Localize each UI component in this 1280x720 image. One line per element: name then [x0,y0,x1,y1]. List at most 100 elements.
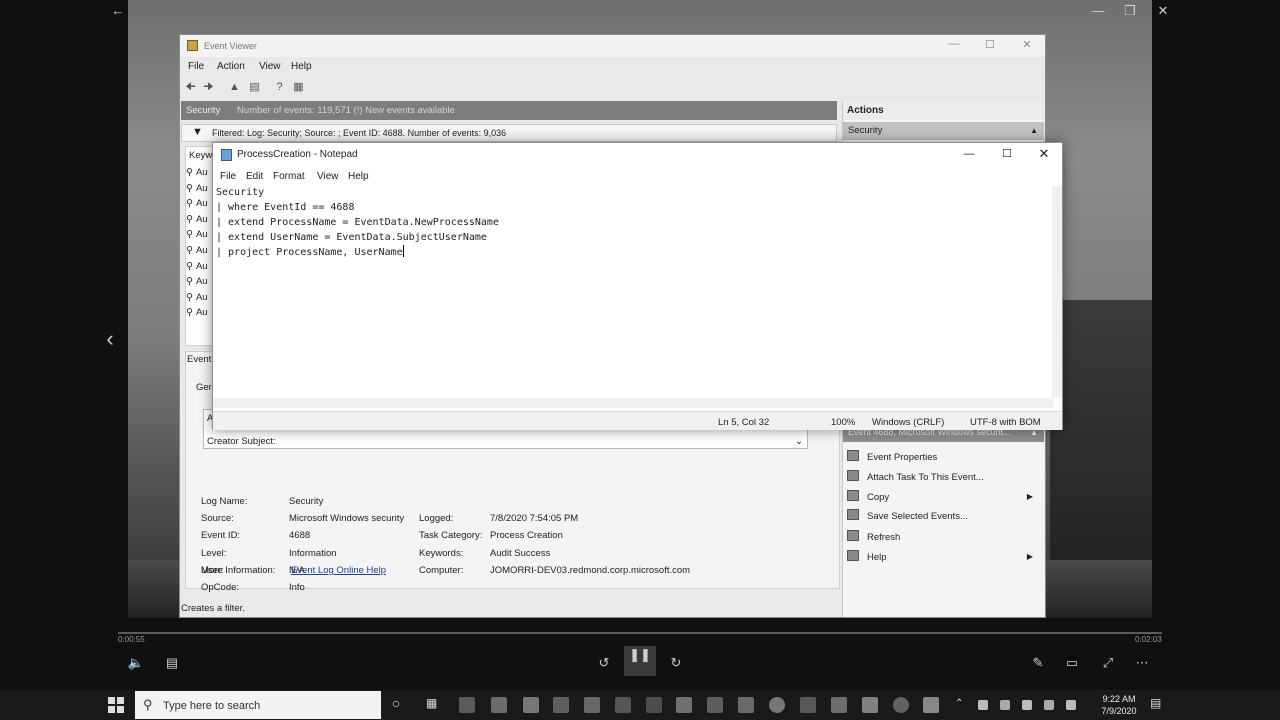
start-windows-icon[interactable] [108,697,124,713]
previous-chevron-icon[interactable]: ‹ [100,328,120,350]
up-folder-icon[interactable]: ▲ [227,80,242,94]
tray-icon-1[interactable] [978,700,988,710]
table-row[interactable]: ⚲ Au [186,167,208,178]
app-icon-10[interactable] [738,697,754,713]
properties-icon[interactable]: ▦ [291,80,306,94]
task-view-icon[interactable]: ▦ [426,696,442,712]
captions-icon[interactable]: ▤ [162,654,182,672]
np-menu-format[interactable]: Format [273,171,305,182]
ev-menu-action[interactable]: Action [217,61,245,72]
event-log-online-help-link[interactable]: Event Log Online Help [291,565,386,576]
forward-icon[interactable]: 🠊 [201,80,216,94]
edit-pencil-icon[interactable]: ✎ [1028,654,1048,672]
app-icon-2[interactable] [491,697,507,713]
fullscreen-icon[interactable]: ⤢ [1098,654,1118,672]
np-menu-help[interactable]: Help [348,171,369,182]
ev-menu-file[interactable]: File [188,61,204,72]
rewind-10-icon[interactable]: ↺ [594,654,614,672]
app-icon-5[interactable] [584,697,600,713]
action-attach-task[interactable]: Attach Task To This Event... [847,470,984,483]
tray-icon-3[interactable] [1022,700,1032,710]
taskbar-search-box[interactable]: ⚲ Type here to search [135,691,381,719]
np-minimize-button[interactable]: — [955,148,983,160]
tray-icon-2[interactable] [1000,700,1010,710]
action-event-properties[interactable]: Event Properties [847,450,937,463]
forward-30-icon[interactable]: ↻ [666,654,686,672]
app-icon-3[interactable] [523,697,539,713]
np-menu-view[interactable]: View [317,171,339,182]
save-icon [847,509,859,520]
table-row[interactable]: ⚲ Au [186,292,208,303]
tray-icon-4[interactable] [1044,700,1054,710]
ev-close-button[interactable]: ✕ [1013,38,1041,51]
app-icon-11[interactable] [769,697,785,713]
play-pause-icon[interactable]: ❚❚ [624,646,656,676]
taskbar-clock[interactable]: 9:22 AM 7/9/2020 [1094,693,1144,717]
seek-bar[interactable] [118,632,1162,634]
table-row[interactable]: ⚲ Au [186,198,208,209]
opcode-label: OpCode: [201,582,240,593]
audit-key-icon: ⚲ [186,245,193,256]
ev-maximize-button[interactable]: ☐ [976,38,1004,51]
action-help[interactable]: Help ▶ [847,550,1041,563]
copy-icon [847,490,859,501]
table-row[interactable]: ⚲ Au [186,276,208,287]
app-icon-8[interactable] [676,697,692,713]
app-icon-9[interactable] [707,697,723,713]
table-row[interactable]: ⚲ Au [186,307,208,318]
ev-minimize-button[interactable]: — [940,38,968,50]
help-icon[interactable]: ? [272,80,287,94]
table-row[interactable]: ⚲ Au [186,214,208,225]
system-tray-chevron-icon[interactable]: ⌃ [955,698,971,714]
logged-value: 7/8/2020 7:54:05 PM [490,513,579,524]
action-save-selected-events[interactable]: Save Selected Events... [847,509,968,522]
audit-key-icon: ⚲ [186,229,193,241]
cortana-icon[interactable]: ○ [392,695,408,711]
visual-studio-icon[interactable] [646,697,662,713]
np-maximize-button[interactable]: ☐ [993,147,1021,160]
volume-icon[interactable]: 🔈 [126,654,146,672]
collapse-arrow-icon[interactable]: ▲ [1030,126,1038,135]
back-arrow-icon[interactable]: ← [108,2,128,20]
np-close-button[interactable]: ✕ [1030,146,1058,162]
description-scroll-icon[interactable]: ⌄ [795,436,803,447]
table-row[interactable]: ⚲ Au [186,245,208,256]
app-icon-12[interactable] [800,697,816,713]
submenu-arrow-icon: ▶ [1026,552,1033,561]
notifications-icon[interactable]: ▤ [1150,696,1166,712]
action-refresh[interactable]: Refresh [847,530,900,543]
app-icon-15[interactable] [893,697,909,713]
more-options-icon[interactable]: ⋯ [1132,654,1152,672]
app-icon-16[interactable] [923,697,939,713]
app-icon-1[interactable] [459,697,475,713]
close-player-icon[interactable]: ✕ [1153,2,1173,20]
miniplayer-icon[interactable]: ▭ [1062,654,1082,672]
filter-bar: ▼ Filtered: Log: Security; Source: ; Eve… [181,124,837,142]
network-icon[interactable] [1066,700,1076,710]
table-row[interactable]: ⚲ Au [186,183,208,194]
np-menu-edit[interactable]: Edit [246,171,263,182]
action-label: Save Selected Events... [867,511,968,522]
code-line-cursor: | project ProcessName, UserName [216,245,499,260]
computer-label: Computer: [419,565,464,576]
app-icon-4[interactable] [553,697,569,713]
show-hide-tree-icon[interactable]: ▤ [247,80,262,94]
app-icon-13[interactable] [831,697,847,713]
vertical-scrollbar[interactable] [1052,186,1062,398]
log-header-bar: Security Number of events: 119,571 (!) N… [181,101,837,120]
notepad-text-area[interactable]: Security | where EventId == 4688 | extend … [216,185,499,260]
restore-player-icon[interactable]: ❐ [1120,2,1140,20]
table-row[interactable]: ⚲ Au [186,261,208,272]
actions-section-security[interactable]: Security ▲ [843,122,1044,140]
app-icon-6[interactable] [615,697,631,713]
action-copy[interactable]: Copy ▶ [847,490,1041,503]
back-icon[interactable]: 🠈 [183,80,198,94]
minimize-player-icon[interactable]: — [1088,2,1108,20]
np-menu-file[interactable]: File [220,171,236,182]
list-column-header[interactable]: Keyw [189,150,212,161]
table-row[interactable]: ⚲ Au [186,229,208,240]
ev-menu-view[interactable]: View [259,61,281,72]
app-icon-14[interactable] [862,697,878,713]
horizontal-scrollbar[interactable] [213,398,1053,408]
ev-menu-help[interactable]: Help [291,61,312,72]
